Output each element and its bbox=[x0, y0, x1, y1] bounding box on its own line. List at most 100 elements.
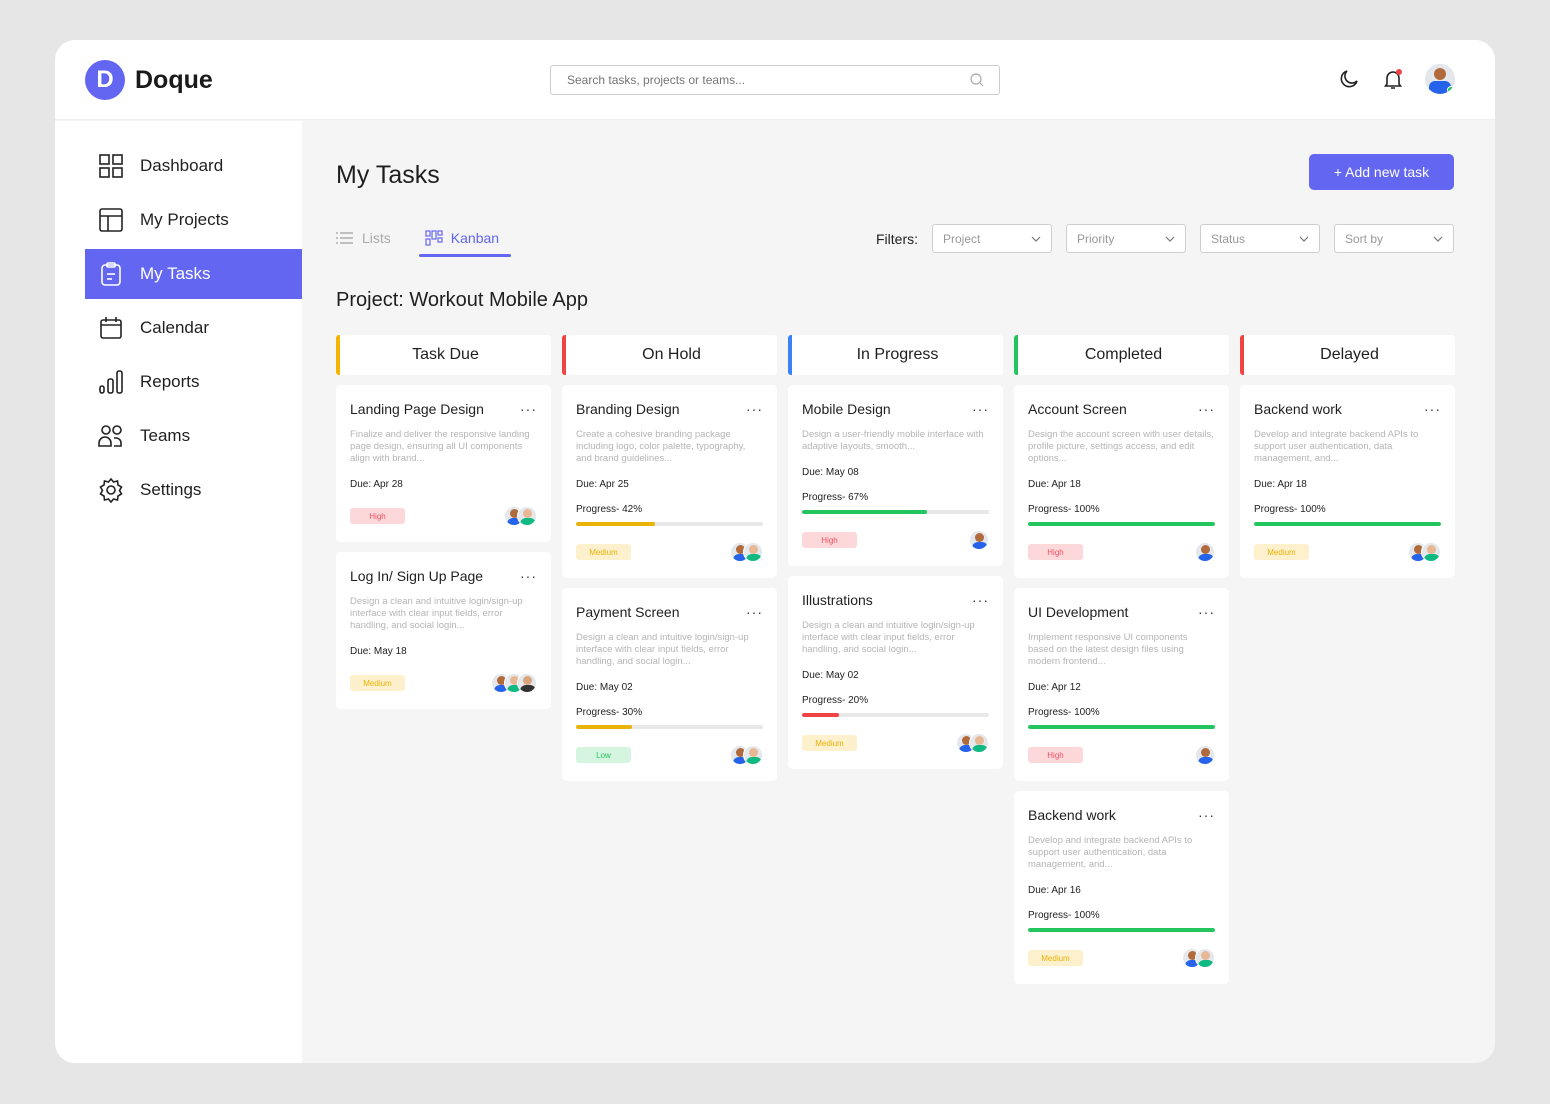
more-options-icon[interactable]: ··· bbox=[1198, 401, 1215, 417]
progress-label: Progress- 30% bbox=[576, 707, 643, 718]
assignee-avatars[interactable] bbox=[491, 673, 537, 693]
filter-project-dropdown[interactable]: Project bbox=[932, 224, 1052, 253]
sidebar-item-dashboard[interactable]: Dashboard bbox=[85, 141, 302, 191]
search-box[interactable] bbox=[550, 65, 1000, 95]
more-options-icon[interactable]: ··· bbox=[972, 592, 989, 608]
due-date: Due: Apr 28 bbox=[350, 479, 403, 490]
progress-fill bbox=[802, 713, 840, 717]
task-title: Backend work bbox=[1254, 401, 1342, 417]
task-card[interactable]: Account Screen ··· Design the account scre… bbox=[1014, 385, 1229, 578]
task-card[interactable]: UI Development ··· Implement responsive UI… bbox=[1014, 588, 1229, 781]
more-options-icon[interactable]: ··· bbox=[520, 401, 537, 417]
search-input[interactable] bbox=[551, 66, 951, 94]
column-header[interactable]: Task Due bbox=[336, 335, 551, 375]
priority-badge: Low bbox=[576, 747, 631, 763]
progress-bar bbox=[1254, 522, 1441, 526]
more-options-icon[interactable]: ··· bbox=[1198, 807, 1215, 823]
filters-label: Filters: bbox=[876, 230, 918, 247]
progress-fill bbox=[1254, 522, 1441, 526]
sidebar-item-reports[interactable]: Reports bbox=[85, 357, 302, 407]
tab-kanban[interactable]: Kanban bbox=[418, 221, 512, 257]
more-options-icon[interactable]: ··· bbox=[746, 401, 763, 417]
assignee-avatars[interactable] bbox=[1195, 745, 1215, 765]
search-icon[interactable] bbox=[969, 72, 985, 88]
assignee-avatars[interactable] bbox=[730, 542, 763, 562]
sidebar-item-settings[interactable]: Settings bbox=[85, 465, 302, 515]
more-options-icon[interactable]: ··· bbox=[972, 401, 989, 417]
column-title: Task Due bbox=[412, 346, 479, 363]
assignee-avatars[interactable] bbox=[1195, 542, 1215, 562]
chevron-down-icon bbox=[1433, 236, 1443, 242]
avatar bbox=[1421, 542, 1441, 562]
tab-lists[interactable]: Lists bbox=[336, 221, 397, 255]
filter-status-dropdown[interactable]: Status bbox=[1200, 224, 1320, 253]
column-header[interactable]: On Hold bbox=[562, 335, 777, 375]
task-card[interactable]: Mobile Design ··· Design a user-friendly m… bbox=[788, 385, 1003, 566]
column-header[interactable]: Completed bbox=[1014, 335, 1229, 375]
chevron-down-icon bbox=[1031, 236, 1041, 242]
progress-fill bbox=[1028, 928, 1215, 932]
filter-value: Project bbox=[943, 231, 981, 246]
task-description: Finalize and deliver the responsive land… bbox=[350, 429, 530, 464]
app-window: D Doque Dashboard My Projects My Tasks Cale… bbox=[55, 40, 1495, 1063]
sidebar-nav: Dashboard My Projects My Tasks Calendar Repo… bbox=[85, 141, 302, 519]
avatar bbox=[743, 542, 763, 562]
task-description: Design a clean and intuitive login/sign-… bbox=[576, 632, 749, 667]
sidebar-item-label: Settings bbox=[140, 480, 202, 499]
notification-bell-icon[interactable] bbox=[1381, 67, 1405, 91]
priority-badge: High bbox=[1028, 544, 1083, 560]
priority-badge: High bbox=[802, 532, 857, 548]
due-date: Due: Apr 18 bbox=[1028, 479, 1081, 490]
assignee-avatars[interactable] bbox=[504, 506, 537, 526]
progress-bar bbox=[802, 713, 989, 717]
progress-bar bbox=[802, 510, 989, 514]
column-title: On Hold bbox=[642, 346, 701, 363]
assignee-avatars[interactable] bbox=[969, 530, 989, 550]
task-card[interactable]: Backend work ··· Develop and integrate bac… bbox=[1014, 791, 1229, 984]
sidebar-item-label: My Projects bbox=[140, 210, 229, 229]
gear-icon bbox=[99, 477, 123, 503]
column-title: Completed bbox=[1084, 346, 1163, 363]
progress-bar bbox=[1028, 725, 1215, 729]
due-date: Due: Apr 25 bbox=[576, 479, 629, 490]
sidebar-item-teams[interactable]: Teams bbox=[85, 411, 302, 461]
dark-mode-moon-icon[interactable] bbox=[1337, 67, 1361, 91]
column-header[interactable]: Delayed bbox=[1240, 335, 1455, 375]
task-title: Backend work bbox=[1028, 807, 1116, 823]
more-options-icon[interactable]: ··· bbox=[1198, 604, 1215, 620]
chevron-down-icon bbox=[1299, 236, 1309, 242]
assignee-avatars[interactable] bbox=[1408, 542, 1441, 562]
progress-fill bbox=[576, 522, 655, 526]
column-title: In Progress bbox=[856, 346, 939, 363]
progress-label: Progress- 20% bbox=[802, 695, 869, 706]
task-card[interactable]: Landing Page Design ··· Finalize and deliv… bbox=[336, 385, 551, 542]
sidebar-item-my-tasks[interactable]: My Tasks bbox=[85, 249, 302, 299]
task-description: Design the account screen with user deta… bbox=[1028, 429, 1214, 464]
task-card[interactable]: Backend work ··· Develop and integrate bac… bbox=[1240, 385, 1455, 578]
task-card[interactable]: Log In/ Sign Up Page ··· Design a clean an… bbox=[336, 552, 551, 709]
logo[interactable]: D Doque bbox=[85, 60, 213, 100]
more-options-icon[interactable]: ··· bbox=[1424, 401, 1441, 417]
more-options-icon[interactable]: ··· bbox=[746, 604, 763, 620]
progress-label: Progress- 100% bbox=[1254, 504, 1326, 515]
assignee-avatars[interactable] bbox=[730, 745, 763, 765]
sidebar-item-label: Teams bbox=[140, 426, 191, 445]
progress-fill bbox=[802, 510, 928, 514]
task-description: Design a clean and intuitive login/sign-… bbox=[802, 620, 975, 655]
task-card[interactable]: Illustrations ··· Design a clean and intui… bbox=[788, 576, 1003, 769]
user-avatar[interactable] bbox=[1425, 64, 1455, 94]
task-description: Design a clean and intuitive login/sign-… bbox=[350, 596, 523, 631]
column-header[interactable]: In Progress bbox=[788, 335, 1003, 375]
filter-sort-by-dropdown[interactable]: Sort by bbox=[1334, 224, 1454, 253]
assignee-avatars[interactable] bbox=[956, 733, 989, 753]
sidebar-item-calendar[interactable]: Calendar bbox=[85, 303, 302, 353]
task-card[interactable]: Payment Screen ··· Design a clean and intu… bbox=[562, 588, 777, 781]
avatar bbox=[743, 745, 763, 765]
filter-priority-dropdown[interactable]: Priority bbox=[1066, 224, 1186, 253]
page-title: My Tasks bbox=[336, 161, 440, 189]
task-card[interactable]: Branding Design ··· Create a cohesive bran… bbox=[562, 385, 777, 578]
add-new-task-button[interactable]: + Add new task bbox=[1309, 154, 1454, 190]
sidebar-item-my-projects[interactable]: My Projects bbox=[85, 195, 302, 245]
more-options-icon[interactable]: ··· bbox=[520, 568, 537, 584]
assignee-avatars[interactable] bbox=[1182, 948, 1215, 968]
